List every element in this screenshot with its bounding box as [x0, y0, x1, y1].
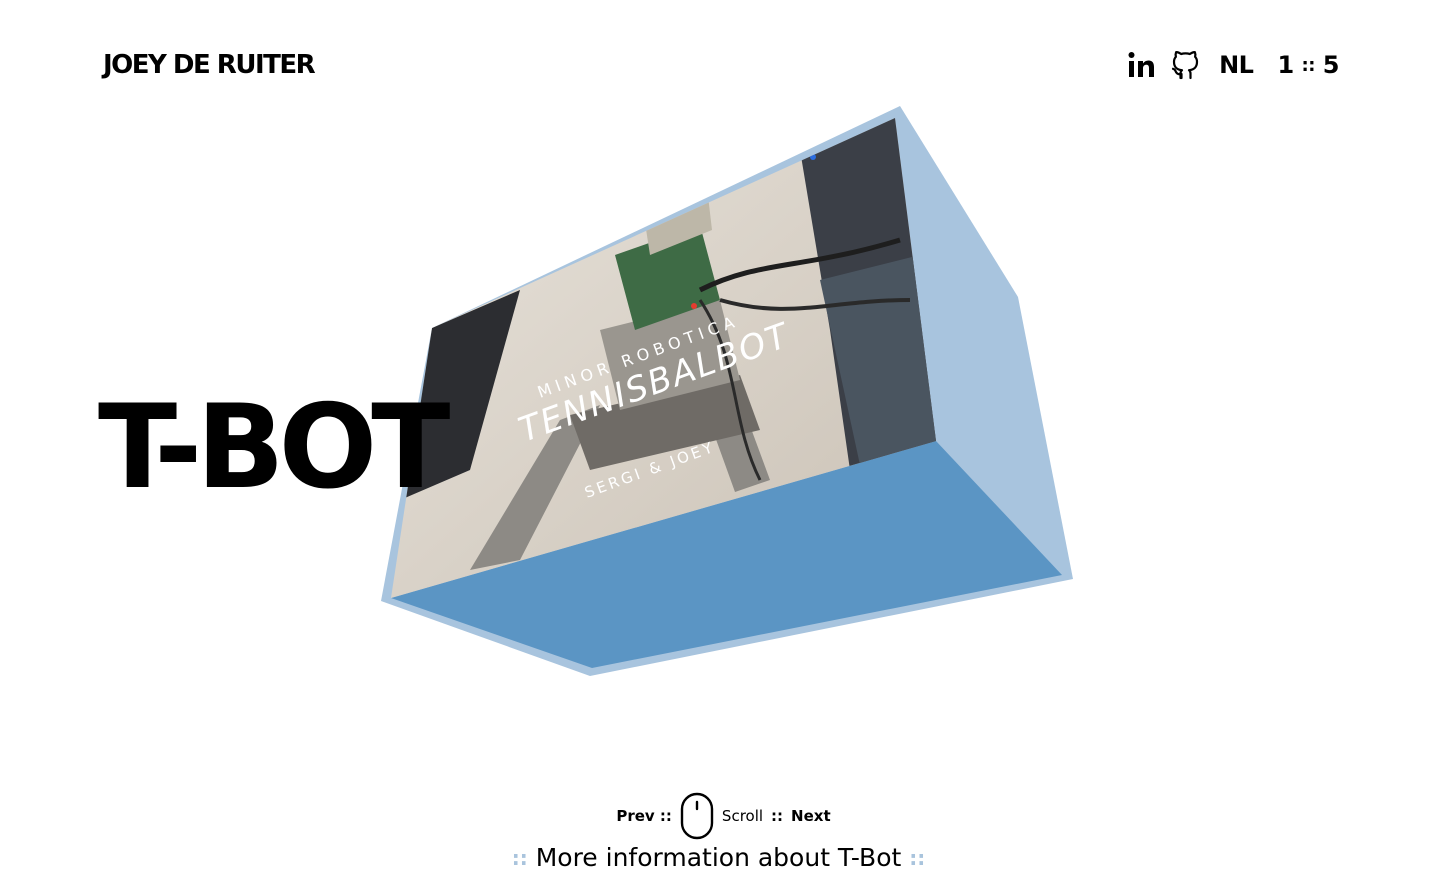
- mouse-scroll-icon: [680, 792, 714, 840]
- scroll-label: Scroll: [721, 807, 764, 825]
- prev-button[interactable]: Prev ::: [616, 807, 672, 825]
- next-separator: ::: [771, 807, 784, 825]
- project-stage: MINOR ROBOTICA TENNISBALBOT SERGI & JOEY…: [0, 0, 1437, 881]
- dots-right: ::: [909, 846, 926, 870]
- more-info-link[interactable]: :: More information about T-Bot ::: [0, 842, 1437, 874]
- more-info-text[interactable]: More information about T-Bot: [536, 842, 902, 874]
- project-title[interactable]: T-BOT: [98, 378, 450, 518]
- next-button[interactable]: Next: [791, 807, 831, 825]
- dots-left: ::: [511, 846, 528, 870]
- scroll-navigation: Prev :: Scroll :: Next: [0, 792, 1437, 840]
